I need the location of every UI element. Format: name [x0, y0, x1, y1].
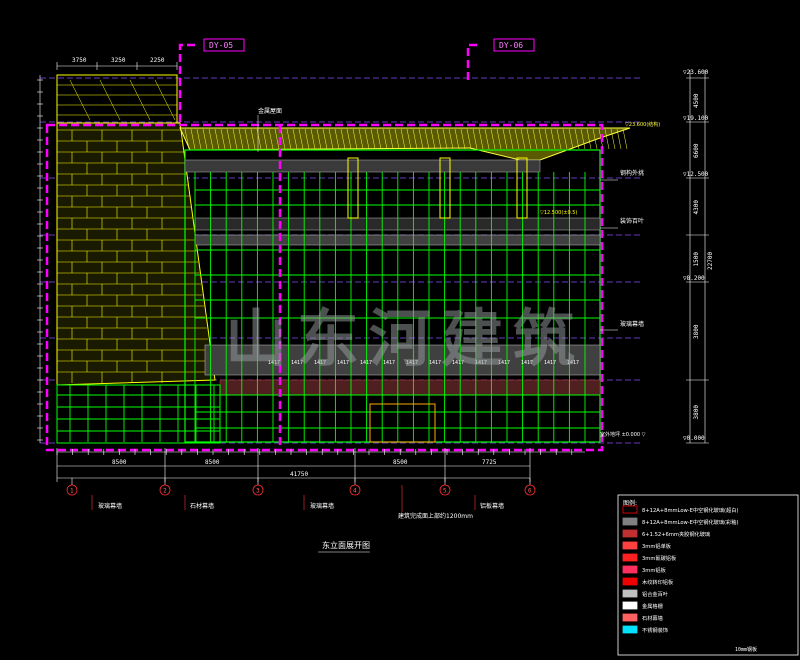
right-level-label: 4300 [693, 200, 700, 215]
right-level-label: 3800 [693, 405, 700, 420]
legend-item: 8+12A+8mmLow-E中空钢化玻璃(超白) [622, 505, 738, 514]
note-right-2: 装饰百叶 [620, 217, 644, 225]
axis-label: 2 [163, 488, 167, 495]
elev-3: ▽12.500 [683, 171, 709, 178]
legend-label: 8+12A+8mmLow-E中空钢化玻璃(彩釉) [642, 518, 738, 526]
elev-4: ▽8.200 [683, 275, 705, 282]
legend-item: 木纹转印铝板 [622, 577, 674, 586]
legend-item: 铝合金百叶 [622, 589, 668, 598]
legend-item: 3mm铝单板 [622, 541, 672, 550]
roof-hatch-line [622, 128, 628, 150]
elevation-drawing: DY-05 DY-06 3750 3250 2250 4500 6600 4300 1… [37, 38, 799, 656]
top-dim-1: 3750 [72, 57, 87, 64]
legend-swatch [622, 553, 638, 562]
legend-item: 6+1.52+6mm夹胶钢化玻璃 [622, 529, 710, 538]
stone-tower [56, 74, 216, 386]
watermark: 山东河建筑 [225, 302, 585, 375]
top-dim-3: 2250 [150, 57, 165, 64]
legend-label: 6+1.52+6mm夹胶钢化玻璃 [642, 530, 710, 538]
note-left-roof: 金属屋面 [258, 107, 282, 115]
note-b3: 玻璃幕墙 [310, 502, 334, 510]
legend-swatch [622, 625, 638, 634]
note-roof-mark: ▽23.600(结构) [625, 121, 660, 128]
note-right-3: 玻璃幕墙 [620, 320, 644, 328]
bottom-dim-3: 8500 [393, 459, 408, 466]
bottom-total: 41750 [290, 471, 308, 478]
legend-label: 3mm铝单板 [642, 542, 672, 550]
callout-left: DY-05 [209, 41, 233, 50]
legend-label: 石材幕墙 [642, 614, 663, 622]
legend-label: 3mm氟碳铝板 [642, 554, 677, 562]
note-ground: 室外地坪 ±0.000 ▽ [600, 431, 646, 438]
legend-label: 不锈钢装饰 [642, 626, 668, 634]
legend-swatch [622, 577, 638, 586]
legend-label: 木纹转印铝板 [642, 578, 674, 586]
legend-swatch [622, 505, 638, 514]
legend-swatch [622, 517, 638, 526]
legend-swatch [622, 601, 638, 610]
legend-swatch [622, 589, 638, 598]
axis-label: 6 [528, 488, 532, 495]
callout-boxes: DY-05 DY-06 [203, 38, 535, 52]
callout-right: DY-06 [499, 41, 523, 50]
axis-label: 5 [443, 488, 447, 495]
axis-label: 4 [353, 488, 357, 495]
axis-label: 3 [256, 488, 260, 495]
legend-label: 铝合金百叶 [642, 590, 668, 598]
legend-item: 8+12A+8mmLow-E中空钢化玻璃(彩釉) [622, 517, 738, 526]
legend-item: 3mm氟碳铝板 [622, 553, 677, 562]
note-mid-tag: ▽12.500(±0.5) [540, 210, 577, 216]
elev-5: ▽0.000 [683, 435, 705, 442]
right-level-label: 6600 [693, 143, 700, 158]
bottom-dim-4: 7725 [482, 459, 497, 466]
bottom-dim-1: 8500 [112, 459, 127, 466]
right-level-label: 1500 [693, 252, 700, 267]
legend-label: 3mm铝板 [642, 566, 667, 574]
roof-canopy [179, 127, 631, 161]
legend-swatch [622, 613, 638, 622]
note-b4: 建筑完成面上部约1200mm [398, 512, 473, 520]
legend-item: 3mm铝板 [622, 565, 667, 574]
elev-2: ▽19.100 [683, 115, 709, 122]
legend-item: 不锈钢装饰 [622, 625, 668, 634]
elev-1: ▽23.600 [683, 69, 709, 76]
right-level-label: 4500 [693, 93, 700, 108]
note-right-1: 钢构外挑 [620, 169, 644, 177]
legend-swatch [622, 529, 638, 538]
legend-footnote: 10mm钢板 [735, 646, 757, 653]
bottom-dimension [57, 451, 585, 479]
axis-label: 1 [70, 488, 74, 495]
right-total: 22700 [707, 252, 714, 270]
right-level-marks: 4500 6600 4300 1500 3800 3800 [686, 77, 709, 444]
note-b5: 铝板幕墙 [480, 502, 504, 510]
note-b2: 石材幕墙 [190, 502, 214, 510]
legend-label: 8+12A+8mmLow-E中空钢化玻璃(超白) [642, 506, 738, 514]
top-dim-2: 3250 [111, 57, 126, 64]
legend-label: 金属格栅 [642, 602, 663, 610]
legend-swatch [622, 541, 638, 550]
legend: 图例: 8+12A+8mmLow-E中空钢化玻璃(超白)8+12A+8mmLow… [617, 494, 799, 656]
bottom-dim-2: 8500 [205, 459, 220, 466]
legend-swatch [622, 565, 638, 574]
axis-bubbles: 1 2 3 4 5 6 [66, 478, 536, 496]
right-level-label: 3800 [693, 324, 700, 339]
legend-item: 石材幕墙 [622, 613, 663, 622]
drawing-title: 东立面展开图 [322, 540, 370, 550]
left-dimension [37, 75, 43, 443]
legend-item: 金属格栅 [622, 601, 663, 610]
note-b1: 玻璃幕墙 [98, 502, 122, 510]
